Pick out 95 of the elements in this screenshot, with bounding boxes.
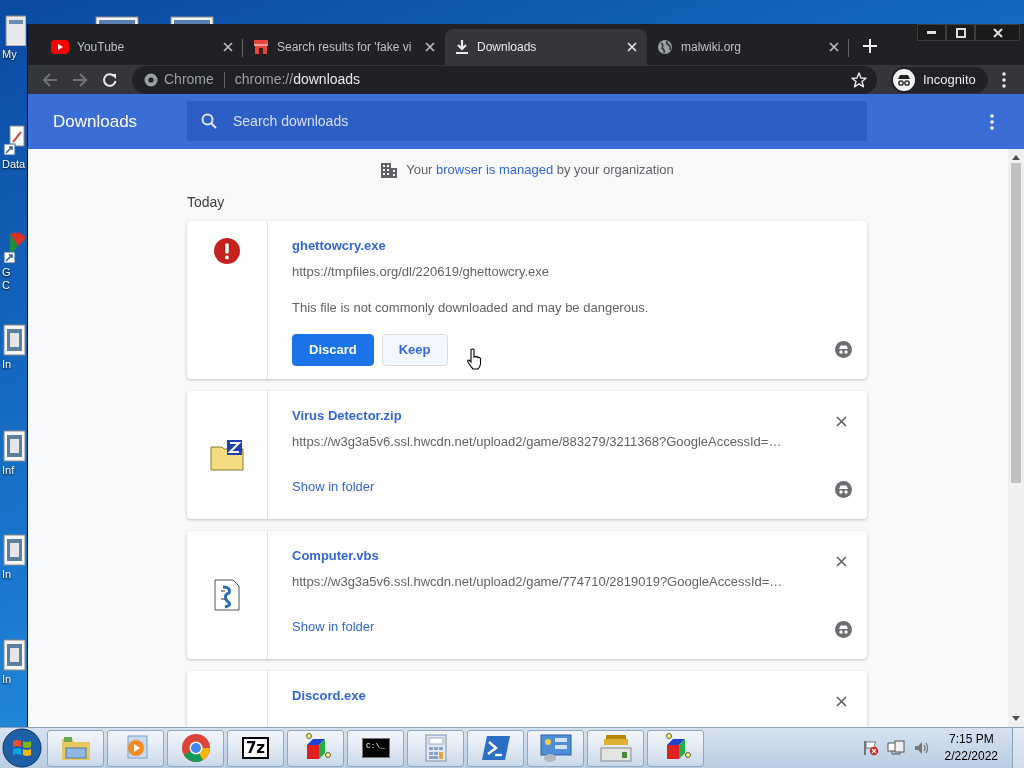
shortcut-icon[interactable] bbox=[2, 232, 26, 264]
close-icon bbox=[992, 27, 1003, 38]
volume-icon[interactable] bbox=[912, 740, 931, 756]
maximize-button[interactable] bbox=[946, 24, 975, 41]
drive-icon bbox=[599, 734, 632, 762]
date-text: 2/22/2022 bbox=[944, 748, 998, 765]
search-field[interactable]: Search downloads bbox=[187, 101, 867, 142]
taskbar-button[interactable] bbox=[287, 729, 344, 767]
link[interactable]: browser is managed bbox=[436, 162, 554, 178]
youtube-icon bbox=[51, 40, 69, 55]
file-name-link[interactable]: Discord.exe bbox=[292, 687, 366, 703]
building-icon bbox=[380, 160, 399, 179]
control-panel-icon bbox=[539, 733, 572, 763]
shortcut-icon[interactable] bbox=[2, 324, 26, 356]
icon-label: In bbox=[2, 568, 12, 581]
minimize-button[interactable] bbox=[917, 24, 946, 41]
close-icon[interactable] bbox=[425, 42, 435, 53]
calculator-icon bbox=[424, 734, 447, 762]
taskbar-button[interactable]: 7z bbox=[227, 729, 284, 767]
file-name-link[interactable]: Virus Detector.zip bbox=[292, 407, 402, 423]
page-title: Downloads bbox=[52, 110, 139, 133]
incognito-icon bbox=[835, 341, 852, 359]
shortcut-icon[interactable] bbox=[2, 639, 26, 671]
start-button-icon[interactable] bbox=[2, 728, 42, 768]
icon-label: G C bbox=[2, 266, 11, 292]
back-icon[interactable] bbox=[42, 71, 58, 88]
close-button[interactable] bbox=[975, 24, 1020, 41]
forward-icon[interactable] bbox=[72, 71, 88, 88]
close-icon[interactable] bbox=[836, 555, 847, 567]
incognito-button[interactable]: Incognito bbox=[891, 66, 988, 93]
scroll-thumb[interactable] bbox=[1011, 163, 1021, 484]
shortcut-icon[interactable] bbox=[2, 534, 26, 566]
taskbar-button[interactable] bbox=[467, 729, 524, 767]
chrome-icon bbox=[144, 72, 158, 87]
icon-label: Inf bbox=[2, 464, 15, 477]
close-icon[interactable] bbox=[223, 42, 233, 53]
incognito-icon bbox=[835, 621, 852, 639]
file-name-link[interactable]: ghettowcry.exe bbox=[292, 237, 386, 253]
browser-tab[interactable]: Search results for 'fake vi bbox=[243, 29, 445, 66]
taskbar-button[interactable] bbox=[647, 729, 704, 767]
shortcut-icon[interactable] bbox=[2, 14, 26, 46]
browser-tab[interactable]: Downloads bbox=[445, 29, 647, 66]
zip-file-icon bbox=[210, 438, 244, 471]
address-bar[interactable]: Chrome chrome://downloads bbox=[132, 65, 877, 94]
reload-icon[interactable] bbox=[102, 71, 118, 88]
menu-icon[interactable] bbox=[990, 114, 994, 131]
icon-label: Data bbox=[2, 158, 26, 171]
close-icon[interactable] bbox=[836, 695, 847, 707]
managed-notice: Your browser is managed by your organization bbox=[406, 161, 674, 180]
shortcut-icon[interactable] bbox=[2, 430, 26, 462]
folder-icon bbox=[60, 735, 91, 761]
chrome-icon bbox=[180, 733, 211, 763]
hand-cursor-icon bbox=[466, 347, 482, 370]
incognito-icon bbox=[893, 68, 915, 91]
section-heading: Today bbox=[187, 192, 226, 211]
clock[interactable]: 7:15 PM 2/22/2022 bbox=[944, 731, 998, 765]
icon-label: In bbox=[2, 673, 12, 686]
icon-label: My bbox=[2, 48, 17, 61]
secondary-button[interactable]: Keep bbox=[381, 333, 448, 366]
icon-label: In bbox=[2, 358, 12, 371]
minimize-icon bbox=[927, 31, 936, 34]
script-file-icon bbox=[213, 578, 241, 611]
browser-tab[interactable]: YouTube bbox=[41, 29, 243, 66]
maximize-icon bbox=[955, 27, 966, 38]
show-in-folder-link[interactable]: Show in folder bbox=[292, 476, 375, 497]
scrollbar[interactable] bbox=[1008, 149, 1024, 727]
scroll-up-icon[interactable] bbox=[1012, 153, 1020, 162]
close-icon[interactable] bbox=[836, 415, 847, 427]
file-url: https://tmpfiles.org/dl/220619/ghettowcry.exe bbox=[292, 262, 550, 281]
taskbar-button[interactable] bbox=[587, 729, 644, 767]
taskbar-button[interactable] bbox=[527, 729, 584, 767]
show-in-folder-link[interactable]: Show in folder bbox=[292, 616, 375, 637]
time-text: 7:15 PM bbox=[947, 731, 995, 748]
incognito-icon bbox=[835, 481, 852, 499]
new-tab-icon[interactable] bbox=[863, 39, 877, 54]
powershell-icon bbox=[480, 735, 511, 761]
star-icon[interactable] bbox=[851, 71, 867, 88]
close-icon[interactable] bbox=[829, 42, 839, 53]
file-url: https://w3g3a5v6.ssl.hwcdn.net/upload2/game/883279/3211368?GoogleAccessId=… bbox=[292, 432, 783, 451]
action-center-icon[interactable] bbox=[862, 740, 879, 756]
warning-text: This file is not commonly downloaded and may be dangerous. bbox=[292, 298, 650, 317]
shortcut-icon[interactable] bbox=[2, 124, 26, 156]
globe-icon bbox=[657, 39, 673, 56]
taskbar-button[interactable]: C:\_ bbox=[347, 729, 404, 767]
menu-icon[interactable] bbox=[1001, 71, 1006, 88]
browser-tab[interactable]: malwiki.org bbox=[647, 29, 849, 66]
scroll-down-icon[interactable] bbox=[1012, 715, 1020, 723]
file-url: https://w3g3a5v6.ssl.hwcdn.net/upload2/game/774710/2819019?GoogleAccessId=… bbox=[292, 572, 784, 591]
primary-button[interactable]: Discard bbox=[292, 333, 374, 366]
network-icon[interactable] bbox=[886, 740, 905, 756]
storefront-icon bbox=[253, 39, 269, 56]
file-name-link[interactable]: Computer.vbs bbox=[292, 547, 379, 563]
warning-icon bbox=[213, 236, 241, 265]
taskbar-button[interactable] bbox=[167, 729, 224, 767]
download-icon bbox=[455, 39, 469, 56]
